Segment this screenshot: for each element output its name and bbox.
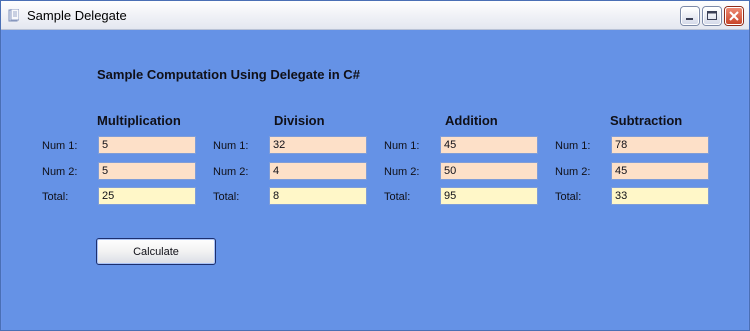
- maximize-button[interactable]: [703, 7, 721, 25]
- subtraction-num1-input[interactable]: [611, 136, 709, 154]
- section-title-multiplication: Multiplication: [97, 113, 181, 128]
- form-heading: Sample Computation Using Delegate in C#: [97, 67, 360, 82]
- close-button[interactable]: [725, 7, 743, 25]
- section-title-addition: Addition: [445, 113, 498, 128]
- form-client-area: Sample Computation Using Delegate in C# …: [2, 30, 748, 330]
- num2-label: Num 2:: [42, 166, 78, 178]
- division-num2-input[interactable]: [269, 162, 367, 180]
- total-label: Total:: [555, 191, 582, 203]
- total-label: Total:: [384, 191, 411, 203]
- multiplication-num1-input[interactable]: [98, 136, 196, 154]
- addition-total-field[interactable]: [440, 187, 538, 205]
- num1-label: Num 1:: [42, 140, 78, 152]
- section-title-subtraction: Subtraction: [610, 113, 683, 128]
- minimize-icon: [686, 18, 693, 20]
- close-icon: [729, 11, 739, 21]
- subtraction-total-field[interactable]: [611, 187, 709, 205]
- num1-label: Num 1:: [213, 140, 249, 152]
- multiplication-total-field[interactable]: [98, 187, 196, 205]
- addition-num2-input[interactable]: [440, 162, 538, 180]
- division-num1-input[interactable]: [269, 136, 367, 154]
- title-bar[interactable]: Sample Delegate: [1, 1, 749, 30]
- division-total-field[interactable]: [269, 187, 367, 205]
- subtraction-num2-input[interactable]: [611, 162, 709, 180]
- minimize-button[interactable]: [681, 7, 699, 25]
- calculate-button[interactable]: Calculate: [96, 238, 216, 265]
- num2-label: Num 2:: [555, 166, 591, 178]
- num1-label: Num 1:: [384, 140, 420, 152]
- app-window: Sample Delegate Sample Computation Using…: [0, 0, 750, 331]
- addition-num1-input[interactable]: [440, 136, 538, 154]
- total-label: Total:: [213, 191, 240, 203]
- num2-label: Num 2:: [213, 166, 249, 178]
- maximize-icon: [707, 11, 717, 20]
- multiplication-num2-input[interactable]: [98, 162, 196, 180]
- window-title: Sample Delegate: [27, 8, 127, 23]
- app-icon: [8, 9, 19, 22]
- total-label: Total:: [42, 191, 69, 203]
- num1-label: Num 1:: [555, 140, 591, 152]
- section-title-division: Division: [274, 113, 325, 128]
- num2-label: Num 2:: [384, 166, 420, 178]
